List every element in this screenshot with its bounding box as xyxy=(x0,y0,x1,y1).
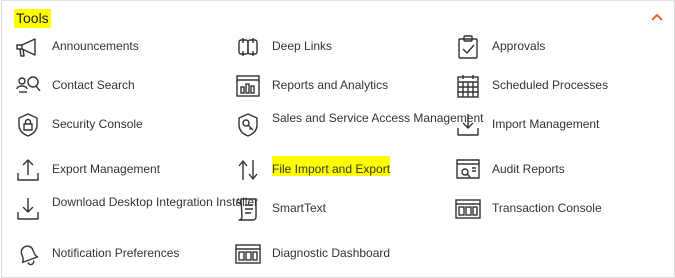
tile-contact-search[interactable]: Contact Search xyxy=(14,72,135,100)
tile-security-console[interactable]: Security Console xyxy=(14,111,143,139)
tile-notification-preferences[interactable]: Notification Preferences xyxy=(14,240,179,268)
tile-label: Deep Links xyxy=(272,39,333,53)
tile-label: Reports and Analytics xyxy=(272,78,389,92)
tile-download-desktop-integration[interactable]: Download Desktop Integration Installer xyxy=(14,195,258,223)
tools-panel: Tools Announcements Deep Links Approvals… xyxy=(1,0,675,278)
import-tray-icon xyxy=(457,114,479,136)
shield-lock-icon xyxy=(18,113,38,137)
tile-scheduled-processes[interactable]: Scheduled Processes xyxy=(454,72,608,100)
tile-label: Import Management xyxy=(492,117,600,131)
contact-search-icon xyxy=(16,76,41,93)
megaphone-icon xyxy=(16,38,36,57)
tile-label: Notification Preferences xyxy=(52,246,180,260)
bell-icon xyxy=(20,245,39,266)
dashboard-icon xyxy=(235,244,261,264)
tile-export-management[interactable]: Export Management xyxy=(14,156,160,184)
tile-label: Sales and Service Access Management xyxy=(272,111,484,125)
tile-label: File Import and Export xyxy=(272,156,391,176)
link-icon xyxy=(238,38,258,56)
tile-announcements[interactable]: Announcements xyxy=(14,33,139,61)
tile-transaction-console[interactable]: Transaction Console xyxy=(454,195,602,223)
export-tray-icon xyxy=(17,159,39,181)
tile-approvals[interactable]: Approvals xyxy=(454,33,545,61)
tile-label: SmartText xyxy=(272,201,327,215)
tile-label: Approvals xyxy=(492,39,546,53)
shield-key-icon xyxy=(238,113,258,137)
tile-label: Announcements xyxy=(52,39,139,53)
tile-label: Scheduled Processes xyxy=(492,78,609,92)
tile-file-import-export[interactable]: File Import and Export xyxy=(234,156,391,184)
console-icon xyxy=(455,199,481,219)
tile-label: Diagnostic Dashboard xyxy=(272,246,391,260)
chevron-up-icon[interactable] xyxy=(649,10,665,24)
up-down-arrows-icon xyxy=(238,160,258,180)
section-title: Tools xyxy=(14,9,51,28)
tile-label: Export Management xyxy=(52,162,161,176)
calendar-grid-icon xyxy=(457,75,479,98)
tile-label: Transaction Console xyxy=(492,201,602,215)
clipboard-check-icon xyxy=(458,35,478,59)
audit-monitor-icon xyxy=(456,159,480,179)
tile-import-management[interactable]: Import Management xyxy=(454,111,599,139)
tile-deep-links[interactable]: Deep Links xyxy=(234,33,332,61)
tile-diagnostic-dashboard[interactable]: Diagnostic Dashboard xyxy=(234,240,390,268)
scroll-icon xyxy=(236,198,257,221)
tile-smarttext[interactable]: SmartText xyxy=(234,195,326,223)
tile-reports-analytics[interactable]: Reports and Analytics xyxy=(234,72,388,100)
tile-label: Audit Reports xyxy=(492,162,565,176)
tile-label: Security Console xyxy=(52,117,143,131)
tile-label: Contact Search xyxy=(52,78,135,92)
tile-sales-service-access[interactable]: Sales and Service Access Management xyxy=(234,111,483,139)
tile-label: Download Desktop Integration Installer xyxy=(52,195,259,209)
report-chart-icon xyxy=(236,75,260,97)
tile-audit-reports[interactable]: Audit Reports xyxy=(454,156,565,184)
download-tray-icon xyxy=(17,198,39,220)
